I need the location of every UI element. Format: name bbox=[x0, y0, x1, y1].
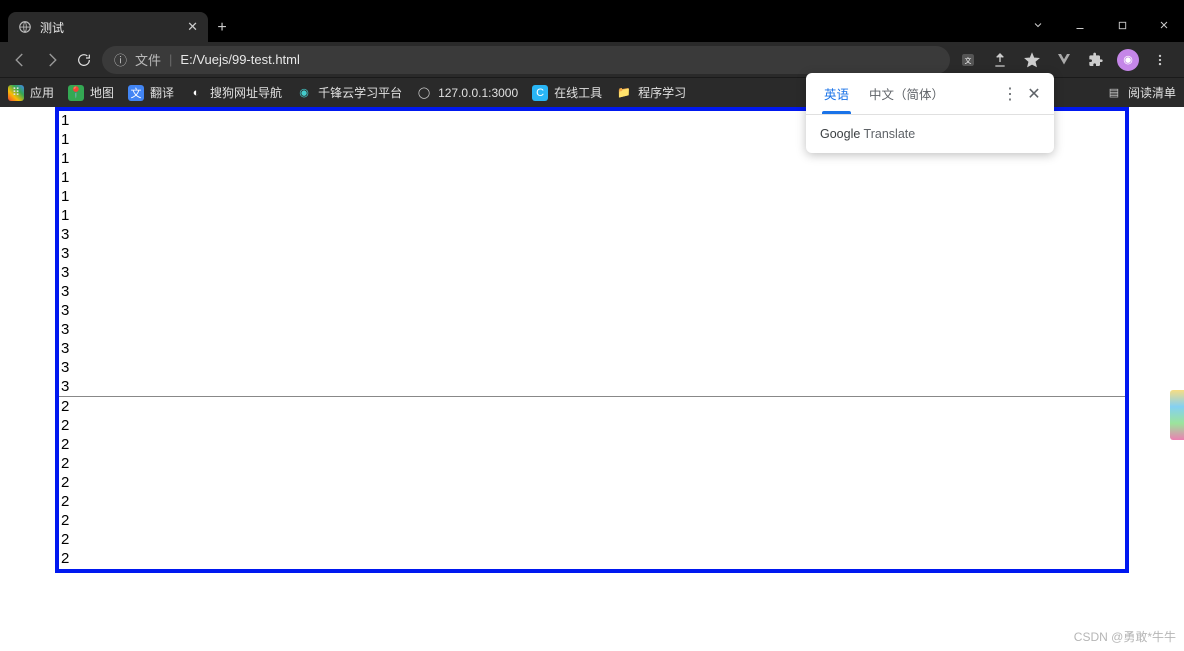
translate-brand: Google Translate bbox=[806, 115, 1054, 153]
bookmark-label: 在线工具 bbox=[554, 84, 602, 101]
tools-icon: C bbox=[532, 85, 548, 101]
close-tab-icon[interactable]: ✕ bbox=[187, 19, 198, 35]
url-divider: | bbox=[169, 52, 172, 67]
list-item: 3 bbox=[61, 377, 1123, 396]
translate-popup: 英语 中文（简体） ⋮ ✕ Google Translate bbox=[806, 73, 1054, 153]
address-bar[interactable]: ⓘ 文件 | E:/Vuejs/99-test.html bbox=[102, 46, 950, 74]
bookmark-translate[interactable]: 文翻译 bbox=[128, 84, 174, 101]
list-item: 3 bbox=[61, 358, 1123, 377]
translate-icon[interactable]: 文 bbox=[954, 46, 982, 74]
window-controls bbox=[1018, 8, 1184, 42]
url-text: E:/Vuejs/99-test.html bbox=[180, 52, 299, 67]
translate-menu-icon[interactable]: ⋮ bbox=[998, 82, 1022, 106]
avatar: ◉ bbox=[1117, 49, 1139, 71]
forward-button[interactable] bbox=[38, 46, 66, 74]
reading-list-icon: ▤ bbox=[1106, 85, 1122, 101]
list-item: 2 bbox=[61, 511, 1123, 530]
back-button[interactable] bbox=[6, 46, 34, 74]
translate-bm-icon: 文 bbox=[128, 85, 144, 101]
list-item: 2 bbox=[61, 530, 1123, 549]
sogou-icon: ◐ bbox=[188, 85, 204, 101]
v-icon[interactable] bbox=[1050, 46, 1078, 74]
globe-icon bbox=[18, 20, 32, 34]
tab-label: 英语 bbox=[824, 84, 849, 103]
qianfeng-icon: ◉ bbox=[296, 85, 312, 101]
lower-scroll-list[interactable]: 222222222 bbox=[59, 397, 1125, 569]
tab-label: 中文（简体） bbox=[869, 84, 944, 103]
bookmark-localhost[interactable]: ◯ 127.0.0.1:3000 bbox=[416, 85, 518, 101]
brand-rest: Translate bbox=[860, 127, 915, 141]
maximize-button[interactable] bbox=[1102, 10, 1142, 40]
list-item: 2 bbox=[61, 549, 1123, 568]
tab-title: 测试 bbox=[40, 19, 64, 36]
list-item: 3 bbox=[61, 301, 1123, 320]
watermark: CSDN @勇敢*牛牛 bbox=[1074, 628, 1176, 645]
bookmark-label: 千锋云学习平台 bbox=[318, 84, 402, 101]
bookmark-qianfeng[interactable]: ◉ 千锋云学习平台 bbox=[296, 84, 402, 101]
bookmark-apps[interactable]: ⠿ 应用 bbox=[8, 84, 54, 101]
bookmark-label: 阅读清单 bbox=[1128, 84, 1176, 101]
list-item: 2 bbox=[61, 454, 1123, 473]
url-scheme-label: 文件 bbox=[135, 50, 161, 69]
list-item: 2 bbox=[61, 492, 1123, 511]
content-box: 111111333333333 222222222 bbox=[55, 107, 1129, 573]
list-item: 2 bbox=[61, 416, 1123, 435]
extensions-icon[interactable] bbox=[1082, 46, 1110, 74]
list-item: 3 bbox=[61, 225, 1123, 244]
svg-text:文: 文 bbox=[965, 56, 972, 65]
list-item: 3 bbox=[61, 244, 1123, 263]
share-icon[interactable] bbox=[986, 46, 1014, 74]
bookmark-label: 程序学习 bbox=[638, 84, 686, 101]
bookmark-label: 翻译 bbox=[150, 84, 174, 101]
upper-list: 111111333333333 bbox=[59, 111, 1125, 396]
translate-close-icon[interactable]: ✕ bbox=[1022, 82, 1046, 106]
brand-strong: Google bbox=[820, 127, 860, 141]
minimize-button[interactable] bbox=[1060, 10, 1100, 40]
bookmark-learn[interactable]: 📁 程序学习 bbox=[616, 84, 686, 101]
translate-tabs: 英语 中文（简体） ⋮ ✕ bbox=[806, 73, 1054, 115]
globe-bm-icon: ◯ bbox=[416, 85, 432, 101]
list-item: 2 bbox=[61, 397, 1123, 416]
bookmark-tools[interactable]: C 在线工具 bbox=[532, 84, 602, 101]
maps-icon: 📍 bbox=[68, 85, 84, 101]
bookmark-label: 应用 bbox=[30, 84, 54, 101]
list-item: 3 bbox=[61, 320, 1123, 339]
side-widget[interactable] bbox=[1170, 390, 1184, 440]
bookmark-maps[interactable]: 📍 地图 bbox=[68, 84, 114, 101]
folder-icon: 📁 bbox=[616, 85, 632, 101]
system-titlebar bbox=[0, 0, 1184, 8]
close-window-button[interactable] bbox=[1144, 10, 1184, 40]
bookmark-label: 127.0.0.1:3000 bbox=[438, 86, 518, 100]
menu-icon[interactable] bbox=[1146, 46, 1174, 74]
profile-avatar[interactable]: ◉ bbox=[1114, 46, 1142, 74]
apps-icon: ⠿ bbox=[8, 85, 24, 101]
list-item: 1 bbox=[61, 206, 1123, 225]
bookmark-sogou[interactable]: ◐ 搜狗网址导航 bbox=[188, 84, 282, 101]
list-item: 1 bbox=[61, 187, 1123, 206]
list-item: 2 bbox=[61, 473, 1123, 492]
translate-tab-zh[interactable]: 中文（简体） bbox=[859, 73, 954, 114]
list-item: 2 bbox=[61, 435, 1123, 454]
browser-toolbar: ⓘ 文件 | E:/Vuejs/99-test.html 文 ◉ bbox=[0, 42, 1184, 77]
info-icon[interactable]: ⓘ bbox=[114, 50, 127, 69]
star-icon[interactable] bbox=[1018, 46, 1046, 74]
list-item: 3 bbox=[61, 339, 1123, 358]
page-viewport: 111111333333333 222222222 bbox=[0, 107, 1184, 651]
new-tab-button[interactable]: + bbox=[208, 14, 236, 42]
reading-list-button[interactable]: ▤ 阅读清单 bbox=[1106, 84, 1176, 101]
browser-tab[interactable]: 测试 ✕ bbox=[8, 12, 208, 42]
translate-tab-en[interactable]: 英语 bbox=[814, 73, 859, 114]
list-item: 3 bbox=[61, 282, 1123, 301]
bookmark-label: 地图 bbox=[90, 84, 114, 101]
list-item: 3 bbox=[61, 263, 1123, 282]
tab-strip: 测试 ✕ + bbox=[0, 8, 1184, 42]
reload-button[interactable] bbox=[70, 46, 98, 74]
list-item: 1 bbox=[61, 168, 1123, 187]
chevron-down-icon[interactable] bbox=[1018, 10, 1058, 40]
bookmark-label: 搜狗网址导航 bbox=[210, 84, 282, 101]
